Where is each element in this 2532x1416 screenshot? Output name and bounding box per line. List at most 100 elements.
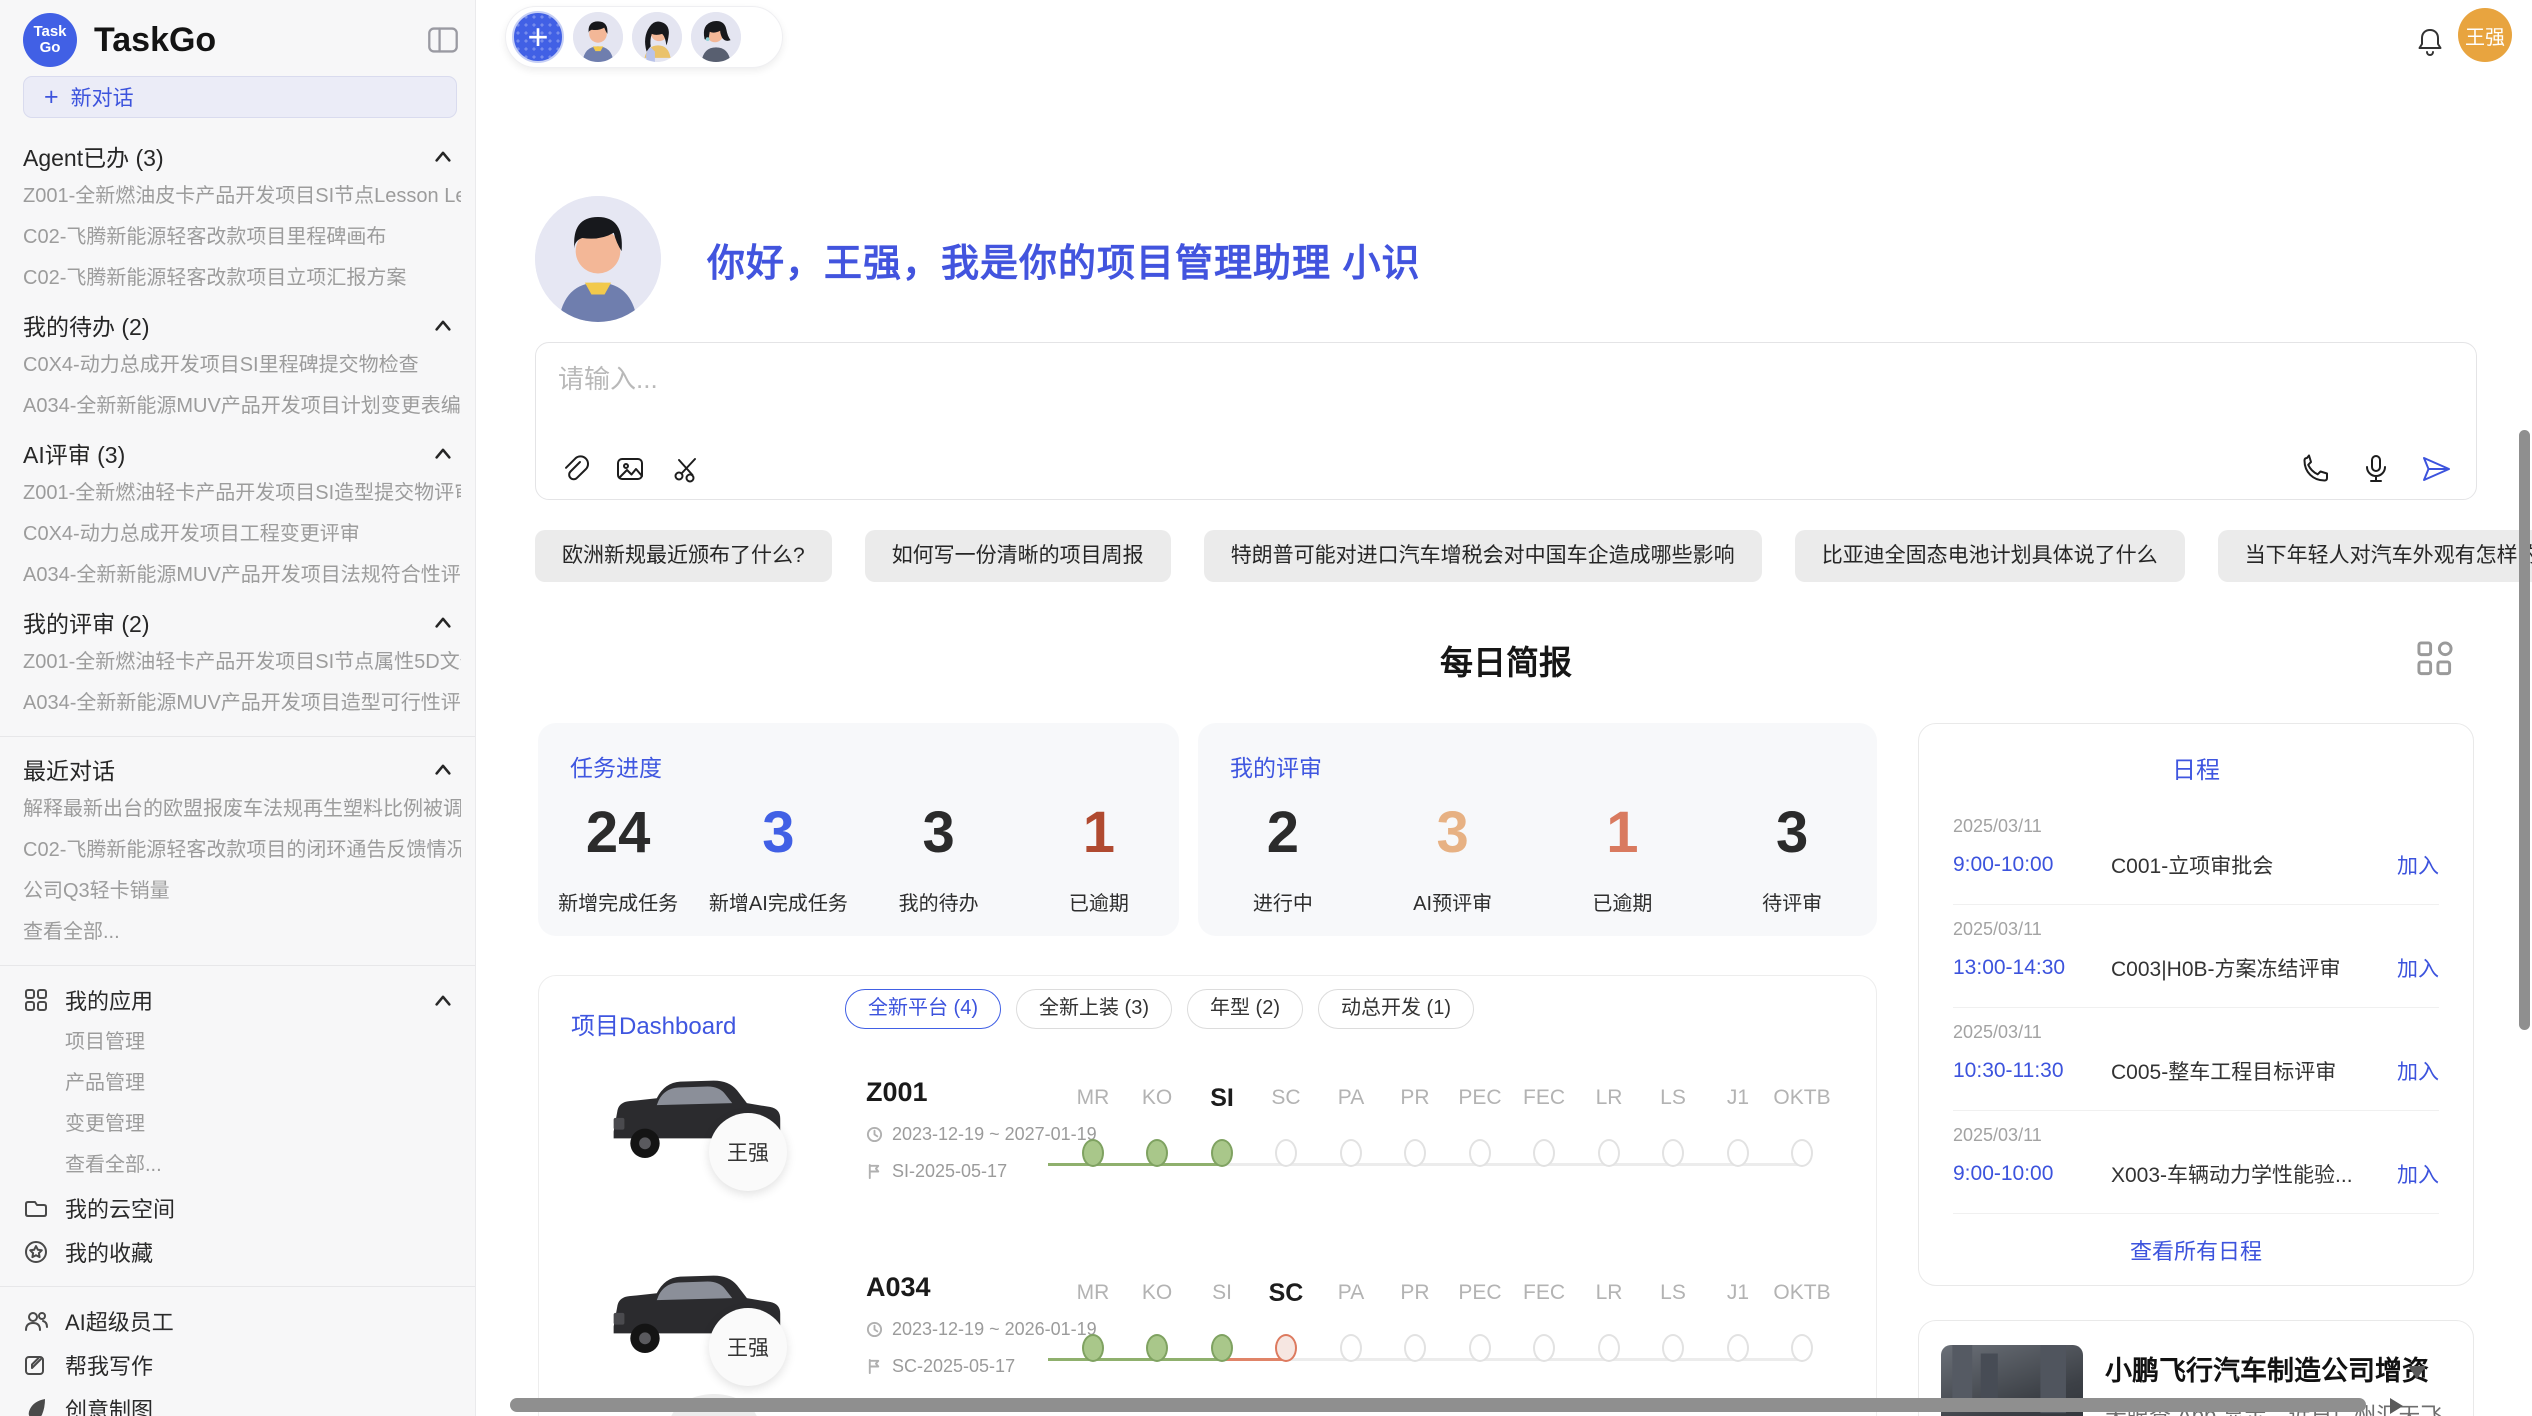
dashboard-tabs: 全新平台 (4) 全新上装 (3) 年型 (2) 动总开发 (1) bbox=[845, 989, 1474, 1029]
suggestion-chip[interactable]: 如何写一份清晰的项目周报 bbox=[865, 530, 1171, 582]
assistant-avatar-2[interactable] bbox=[632, 12, 682, 62]
sidebar-item[interactable]: C0X4-动力总成开发项目SI里程碑提交物检查 bbox=[23, 345, 461, 386]
tab-new-platform[interactable]: 全新平台 (4) bbox=[845, 989, 1001, 1029]
view-all-schedule-link[interactable]: 查看所有日程 bbox=[1953, 1234, 2439, 1266]
assistant-avatar-3[interactable] bbox=[691, 12, 741, 62]
sidebar-item[interactable]: Z001-全新燃油轻卡产品开发项目SI造型提交物评审 bbox=[23, 473, 461, 514]
dashboard-title: 项目Dashboard bbox=[571, 1006, 736, 1041]
logo-text-bottom: Go bbox=[40, 40, 61, 56]
suggestion-chip[interactable]: 当下年轻人对汽车外观有怎样的喜好趋势 bbox=[2218, 530, 2532, 582]
sidebar-item[interactable]: C0X4-动力总成开发项目工程变更评审 bbox=[23, 514, 461, 555]
briefing-title: 每日简报 bbox=[535, 636, 2477, 684]
recent-view-all[interactable]: 查看全部... bbox=[23, 912, 461, 953]
milestone-dot bbox=[1340, 1334, 1362, 1362]
suggestion-chip[interactable]: 特朗普可能对进口汽车增税会对中国车企造成哪些影响 bbox=[1204, 530, 1762, 582]
microphone-icon[interactable] bbox=[2360, 453, 2392, 485]
join-link[interactable]: 加入 bbox=[2397, 1159, 2439, 1189]
milestone-dot bbox=[1469, 1139, 1491, 1167]
milestone-label: MR bbox=[1058, 1276, 1128, 1310]
assistant-avatar-1[interactable] bbox=[573, 12, 623, 62]
event-date: 2025/03/11 bbox=[1953, 816, 2439, 837]
recent-chat-item[interactable]: 解释最新出台的欧盟报废车法规再生塑料比例被调至15%... bbox=[23, 789, 461, 830]
suggestion-chip[interactable]: 比亚迪全固态电池计划具体说了什么 bbox=[1795, 530, 2185, 582]
sidebar-item-favorites[interactable]: 我的收藏 bbox=[23, 1230, 461, 1274]
milestone-label: OKTB bbox=[1767, 1276, 1837, 1310]
apps-view-all[interactable]: 查看全部... bbox=[23, 1145, 461, 1186]
milestone-dot bbox=[1340, 1139, 1362, 1167]
briefing-layout-icon[interactable] bbox=[2416, 640, 2454, 678]
quill-icon bbox=[23, 1396, 49, 1416]
image-icon[interactable] bbox=[614, 453, 646, 485]
task-progress-card: 任务进度 24 新增完成任务 3 新增AI完成任务 3 我的待办 1 已逾期 bbox=[538, 723, 1179, 936]
schedule-event: 2025/03/11 9:00-10:00 C001-立项审批会 加入 bbox=[1953, 802, 2439, 905]
people-icon bbox=[23, 1308, 49, 1334]
section-header-my-todo[interactable]: 我的待办 (2) bbox=[23, 305, 461, 345]
milestone-label: FEC bbox=[1509, 1276, 1579, 1310]
scroll-right-arrow[interactable] bbox=[2390, 1398, 2403, 1414]
milestone-label: PEC bbox=[1445, 1276, 1515, 1310]
section-header-ai-review[interactable]: AI评审 (3) bbox=[23, 433, 461, 473]
suggestion-chips: 欧洲新规最近颁布了什么? 如何写一份清晰的项目周报 特朗普可能对进口汽车增税会对… bbox=[535, 530, 2532, 582]
recent-chat-item[interactable]: C02-飞腾新能源轻客改款项目的闭环通告反馈情况 bbox=[23, 830, 461, 871]
section-header-my-review[interactable]: 我的评审 (2) bbox=[23, 602, 461, 642]
sidebar-item-ai-employee[interactable]: AI超级员工 bbox=[23, 1299, 461, 1343]
milestone-dot bbox=[1082, 1334, 1104, 1362]
join-link[interactable]: 加入 bbox=[2397, 953, 2439, 983]
join-link[interactable]: 加入 bbox=[2397, 850, 2439, 880]
recent-chat-item[interactable]: 公司Q3轻卡销量 bbox=[23, 871, 461, 912]
stat-new-ai-done: 3 新增AI完成任务 bbox=[698, 801, 858, 916]
scissors-icon[interactable] bbox=[670, 453, 702, 485]
sidebar-item-cloud[interactable]: 我的云空间 bbox=[23, 1186, 461, 1230]
join-link[interactable]: 加入 bbox=[2397, 1056, 2439, 1086]
event-time: 13:00-14:30 bbox=[1953, 956, 2111, 980]
attachment-icon[interactable] bbox=[558, 453, 590, 485]
chat-input[interactable] bbox=[558, 359, 1758, 419]
logo-row: Task Go TaskGo bbox=[23, 12, 459, 68]
new-chat-button[interactable]: + 新对话 bbox=[23, 76, 457, 118]
sidebar-item[interactable]: A034-全新新能源MUV产品开发项目计划变更表编写 bbox=[23, 386, 461, 427]
milestone-label: OKTB bbox=[1767, 1081, 1837, 1115]
add-assistant-button[interactable]: + bbox=[512, 11, 564, 63]
user-name: 王强 bbox=[2465, 21, 2505, 50]
schedule-title: 日程 bbox=[1919, 750, 2473, 785]
tab-powertrain[interactable]: 动总开发 (1) bbox=[1318, 989, 1474, 1029]
tab-new-body[interactable]: 全新上装 (3) bbox=[1016, 989, 1172, 1029]
sidebar-scroll: Agent已办 (3) Z001-全新燃油皮卡产品开发项目SI节点Lesson … bbox=[23, 136, 461, 1416]
vertical-scrollbar[interactable] bbox=[2519, 430, 2530, 1030]
milestone-dot bbox=[1662, 1139, 1684, 1167]
app-item-project[interactable]: 项目管理 bbox=[23, 1022, 461, 1063]
notification-bell-icon[interactable] bbox=[2414, 26, 2446, 58]
sidebar-collapse-icon[interactable] bbox=[427, 24, 459, 56]
section-header-agent-done[interactable]: Agent已办 (3) bbox=[23, 136, 461, 176]
sidebar-item[interactable]: C02-飞腾新能源轻客改款项目里程碑画布 bbox=[23, 217, 461, 258]
phone-icon[interactable] bbox=[2300, 453, 2332, 485]
section-header-recent-chats[interactable]: 最近对话 bbox=[23, 749, 461, 789]
section-header-my-apps[interactable]: 我的应用 bbox=[23, 978, 461, 1022]
milestone-label: PR bbox=[1380, 1276, 1450, 1310]
milestone-label: LS bbox=[1638, 1276, 1708, 1310]
sidebar-item[interactable]: A034-全新新能源MUV产品开发项目造型可行性评审 bbox=[23, 683, 461, 724]
milestone-dot bbox=[1275, 1334, 1297, 1362]
suggestion-chip[interactable]: 欧洲新规最近颁布了什么? bbox=[535, 530, 832, 582]
stat-review-overdue: 1 已逾期 bbox=[1538, 801, 1708, 916]
milestone-dot bbox=[1469, 1334, 1491, 1362]
chevron-up-icon bbox=[433, 993, 453, 1007]
sidebar-item[interactable]: Z001-全新燃油皮卡产品开发项目SI节点Lesson Learn报告 bbox=[23, 176, 461, 217]
schedule-panel: 日程 2025/03/11 9:00-10:00 C001-立项审批会 加入 2… bbox=[1918, 723, 2474, 1286]
sidebar-item[interactable]: C02-飞腾新能源轻客改款项目立项汇报方案 bbox=[23, 258, 461, 299]
milestone-dot bbox=[1727, 1334, 1749, 1362]
app-item-change[interactable]: 变更管理 bbox=[23, 1104, 461, 1145]
tab-year-model[interactable]: 年型 (2) bbox=[1187, 989, 1303, 1029]
user-avatar[interactable]: 王强 bbox=[2458, 8, 2512, 62]
sidebar-item-creative-draw[interactable]: 创意制图 bbox=[23, 1387, 461, 1416]
sidebar-item[interactable]: A034-全新新能源MUV产品开发项目法规符合性评审 bbox=[23, 555, 461, 596]
scroll-down-arrow[interactable] bbox=[2408, 1366, 2426, 1379]
event-date: 2025/03/11 bbox=[1953, 1022, 2439, 1043]
horizontal-scrollbar[interactable] bbox=[510, 1398, 2366, 1412]
sidebar-item[interactable]: Z001-全新燃油轻卡产品开发项目SI节点属性5D文件评审 bbox=[23, 642, 461, 683]
event-name: X003-车辆动力学性能验... bbox=[2111, 1159, 2397, 1189]
send-icon[interactable] bbox=[2420, 453, 2452, 485]
divider bbox=[0, 736, 476, 737]
app-item-product[interactable]: 产品管理 bbox=[23, 1063, 461, 1104]
sidebar-item-write-helper[interactable]: 帮我写作 bbox=[23, 1343, 461, 1387]
